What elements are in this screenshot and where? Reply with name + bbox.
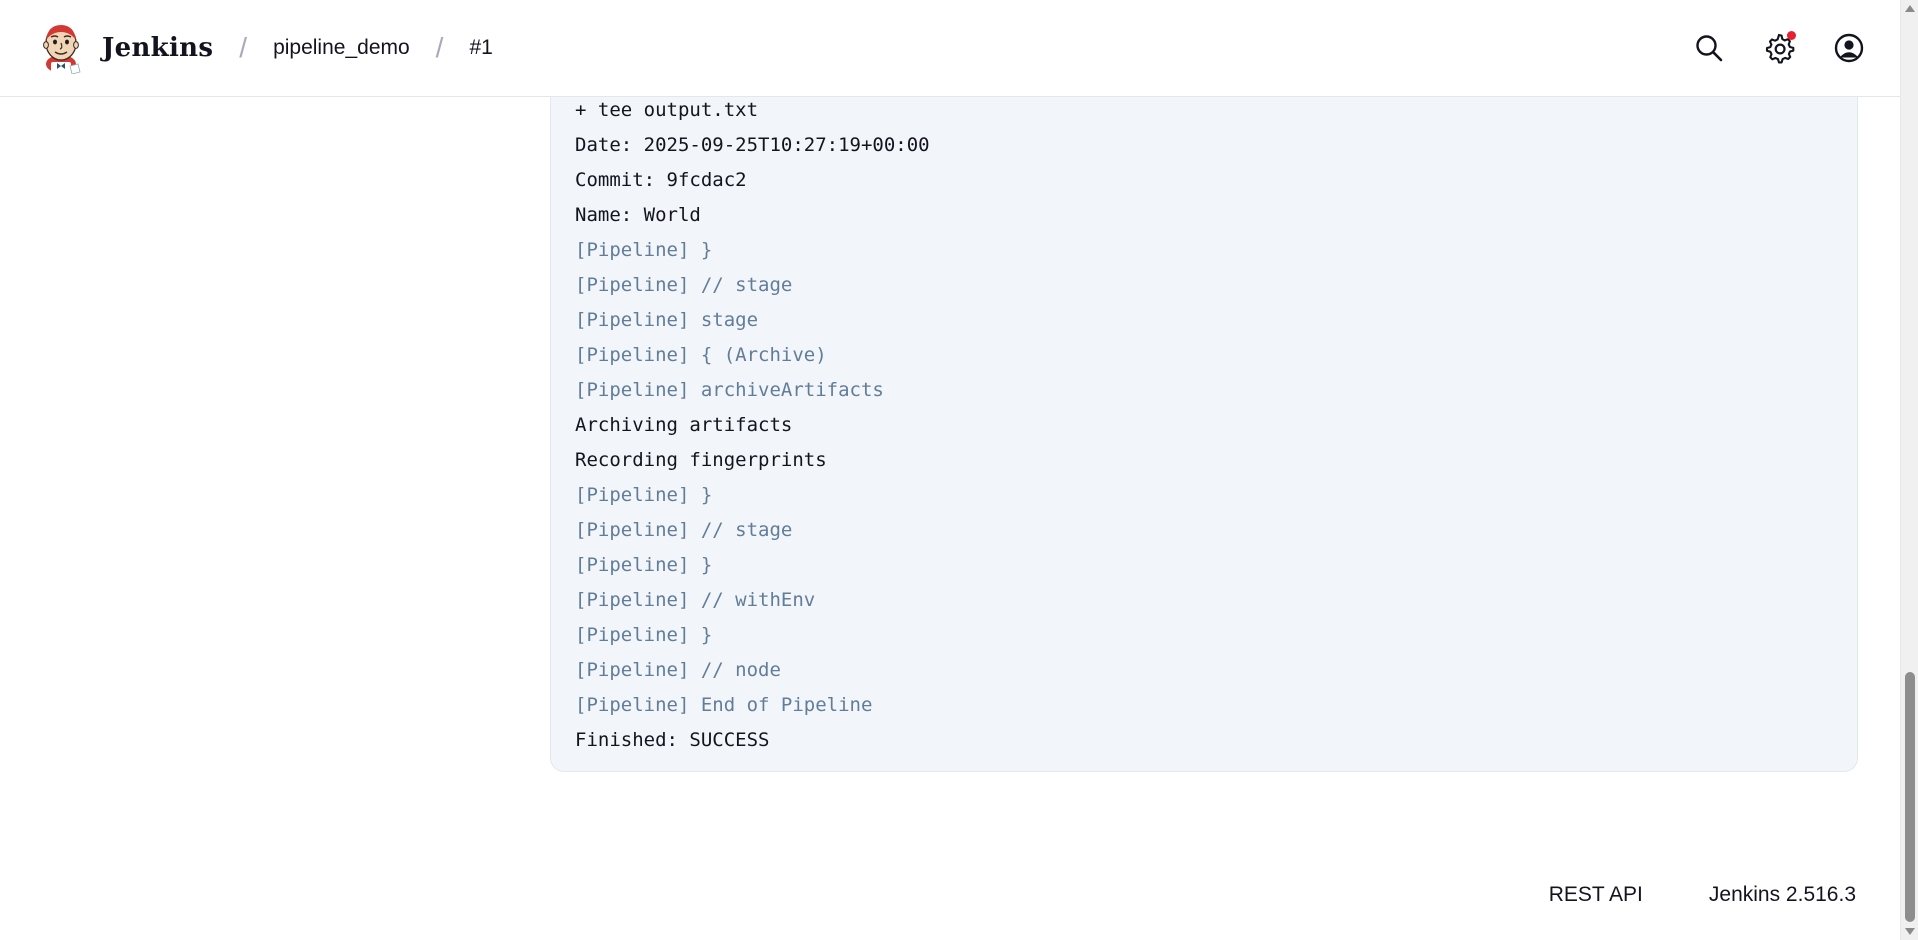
page: Jenkins / pipeline_demo / #1 + tee outpu… bbox=[0, 0, 1918, 940]
console-line: [Pipeline] // node bbox=[575, 659, 781, 681]
page-scrollbar[interactable] bbox=[1900, 0, 1918, 940]
manage-jenkins-button[interactable] bbox=[1760, 29, 1798, 67]
search-icon bbox=[1696, 35, 1723, 62]
top-bar: Jenkins / pipeline_demo / #1 bbox=[0, 0, 1900, 97]
console-line: [Pipeline] archiveArtifacts bbox=[575, 379, 884, 401]
console-line: Archiving artifacts bbox=[575, 414, 793, 436]
scroll-thumb[interactable] bbox=[1905, 672, 1915, 922]
breadcrumb-separator: / bbox=[239, 32, 248, 63]
brand-name: Jenkins bbox=[102, 33, 214, 63]
console-output: + tee output.txt Date: 2025-09-25T10:27:1… bbox=[550, 60, 1858, 772]
breadcrumb-build[interactable]: #1 bbox=[469, 36, 492, 60]
rest-api-link[interactable]: REST API bbox=[1549, 883, 1643, 907]
console-line: [Pipeline] End of Pipeline bbox=[575, 694, 873, 716]
console-line: + tee output.txt bbox=[575, 99, 759, 121]
console-line: [Pipeline] stage bbox=[575, 309, 759, 331]
scroll-down-arrow-icon[interactable] bbox=[1905, 928, 1915, 935]
console-line: Commit: 9fcdac2 bbox=[575, 169, 747, 191]
breadcrumb-separator: / bbox=[435, 32, 444, 63]
notification-badge bbox=[1787, 31, 1796, 40]
console-lines: + tee output.txt Date: 2025-09-25T10:27:1… bbox=[575, 93, 930, 758]
breadcrumb-job[interactable]: pipeline_demo bbox=[273, 36, 410, 60]
console-line: [Pipeline] } bbox=[575, 484, 713, 506]
console-line: [Pipeline] // stage bbox=[575, 274, 793, 296]
user-account-button[interactable] bbox=[1830, 29, 1868, 67]
console-line: [Pipeline] } bbox=[575, 239, 713, 261]
console-line: Name: World bbox=[575, 204, 701, 226]
console-line: Recording fingerprints bbox=[575, 449, 827, 471]
console-line: [Pipeline] } bbox=[575, 554, 713, 576]
console-line: [Pipeline] { (Archive) bbox=[575, 344, 827, 366]
header-actions bbox=[1690, 29, 1868, 67]
footer: REST API Jenkins 2.516.3 bbox=[1549, 883, 1856, 907]
console-line: [Pipeline] // withEnv bbox=[575, 589, 816, 611]
jenkins-version-link[interactable]: Jenkins 2.516.3 bbox=[1709, 883, 1856, 907]
scroll-up-arrow-icon[interactable] bbox=[1905, 5, 1915, 12]
search-button[interactable] bbox=[1690, 29, 1728, 67]
jenkins-home-link[interactable]: Jenkins bbox=[40, 22, 213, 74]
jenkins-logo bbox=[43, 25, 81, 74]
console-line: [Pipeline] // stage bbox=[575, 519, 793, 541]
user-circle-icon bbox=[1834, 33, 1864, 63]
console-line: Finished: SUCCESS bbox=[575, 729, 770, 751]
console-line: [Pipeline] } bbox=[575, 624, 713, 646]
console-line: Date: 2025-09-25T10:27:19+00:00 bbox=[575, 134, 930, 156]
